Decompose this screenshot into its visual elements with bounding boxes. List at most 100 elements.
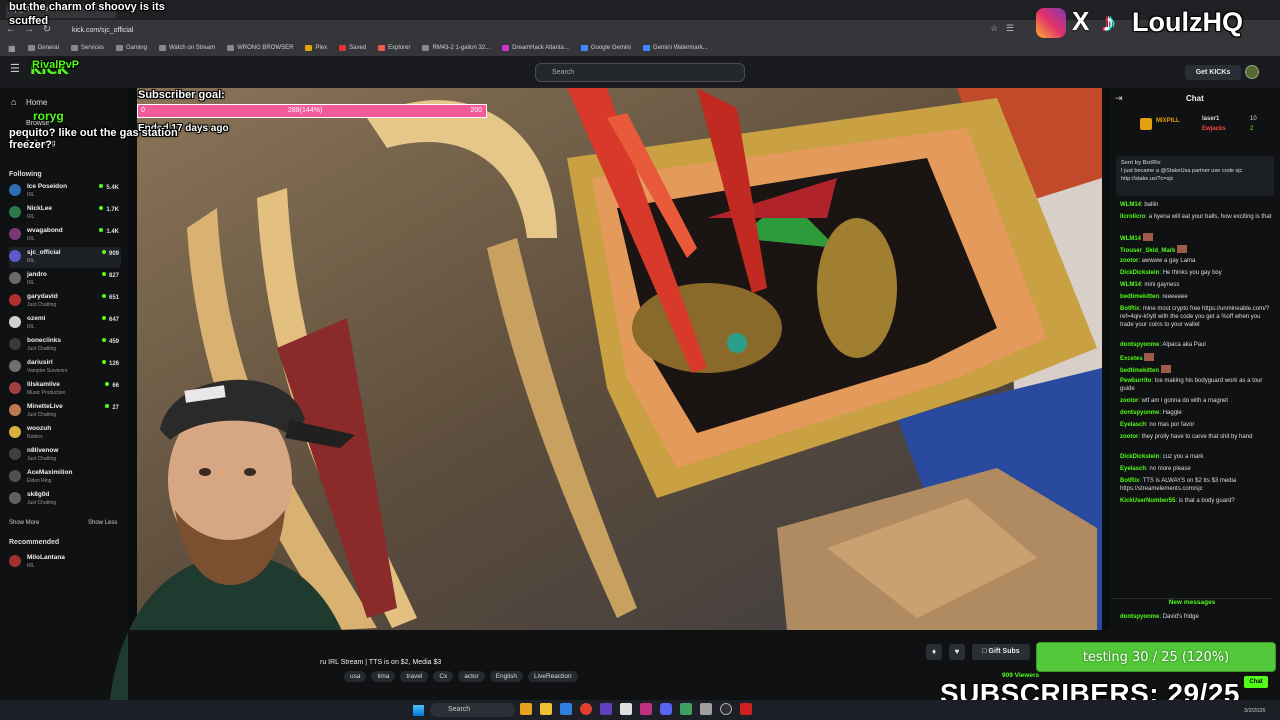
chat-message: zootor: wtf am i gonna do with a magnet — [1120, 398, 1229, 404]
chat-message: WLM14 — [1120, 233, 1272, 243]
bookmark[interactable]: Gemini Watermark... — [642, 45, 708, 51]
nav-home[interactable]: Home — [26, 98, 47, 107]
apps-icon[interactable]: ▦ — [8, 44, 16, 53]
avatar — [9, 426, 21, 438]
bookmark[interactable]: WRONG BROWSER — [227, 45, 293, 51]
show-more-link[interactable]: Show More — [9, 520, 39, 526]
instagram-icon — [1036, 8, 1066, 38]
app-icon[interactable] — [520, 703, 532, 715]
channel-category: Just Chatting — [27, 456, 57, 462]
tag[interactable]: Cx — [433, 671, 454, 682]
avatar[interactable] — [1245, 65, 1259, 79]
chat-username[interactable]: Eyelasch — [1120, 422, 1146, 428]
testing-banner: testing 30 / 25 (120%) — [1036, 642, 1276, 672]
tag[interactable]: LiveReaction — [528, 671, 578, 682]
windows-start-icon[interactable] — [413, 705, 424, 716]
chat-username[interactable]: DickDickstein — [1120, 270, 1159, 276]
chat-text: no mas por favor — [1149, 422, 1195, 428]
following-item[interactable]: boneclinks Just Chatting 459 — [9, 335, 121, 356]
chat-username[interactable]: DickDickstein — [1120, 454, 1159, 460]
channel-name: boneclinks — [27, 337, 61, 344]
discord-icon[interactable] — [660, 703, 672, 715]
chrome-icon[interactable] — [580, 703, 592, 715]
bookmark[interactable]: Gaming — [115, 45, 147, 51]
chat-username[interactable]: zootor — [1120, 258, 1138, 264]
emote-icon — [1160, 365, 1171, 373]
windows-taskbar: Search 3/2/2026 — [0, 700, 1280, 720]
app-icon[interactable] — [740, 703, 752, 715]
chat-username[interactable]: WLM14 — [1120, 236, 1141, 242]
explorer-icon — [378, 45, 386, 51]
dreamhack-icon — [502, 45, 510, 51]
obs-icon[interactable] — [720, 703, 732, 715]
avatar — [9, 228, 21, 240]
app-icon[interactable] — [600, 703, 612, 715]
follow-heart-button[interactable]: ♥ — [949, 644, 965, 660]
chat-username[interactable]: WLM14 — [1120, 282, 1141, 288]
chat-username[interactable]: dontspyonme — [1120, 410, 1159, 416]
app-icon[interactable] — [640, 703, 652, 715]
chat-username[interactable]: BotRix — [1120, 306, 1139, 312]
tag[interactable]: travel — [400, 671, 429, 682]
bookmark[interactable]: General — [27, 45, 59, 51]
following-item[interactable]: ozemi IRL 647 — [9, 313, 121, 334]
following-item[interactable]: NickLee IRL 1.7K — [9, 203, 121, 224]
chat-username[interactable]: Excetes — [1120, 356, 1143, 362]
chat-username[interactable]: zootor — [1120, 398, 1138, 404]
bookmark[interactable]: Saved — [339, 45, 366, 51]
taskbar-search[interactable]: Search — [430, 703, 515, 717]
star-icon[interactable]: ☆ — [990, 23, 998, 34]
avatar — [9, 250, 21, 262]
following-item[interactable]: jandro IRL 827 — [9, 269, 121, 290]
bookmark[interactable]: Google Gemini — [580, 45, 631, 51]
collapse-chat-icon[interactable]: ⇥ — [1115, 93, 1123, 104]
chat-username[interactable]: Pewburrito — [1120, 378, 1151, 384]
gift-subs-button[interactable]: □ Gift Subs — [972, 644, 1030, 660]
chat-text: wtf am i gonna do with a magnet — [1141, 398, 1229, 404]
app-icon[interactable] — [620, 703, 632, 715]
tag[interactable]: lima — [371, 671, 396, 682]
bookmark[interactable]: Plex — [305, 45, 327, 51]
get-kicks-button[interactable]: Get KICKs — [1185, 65, 1241, 80]
chat-username[interactable]: BotRix — [1120, 478, 1139, 484]
new-messages-divider: New messages — [1112, 598, 1272, 606]
caption-mid: pequito? like out the gas station freeze… — [9, 127, 178, 151]
app-icon[interactable] — [680, 703, 692, 715]
channel-category: Just Chatting — [27, 346, 57, 352]
store-icon[interactable] — [560, 703, 572, 715]
following-item[interactable]: wvagabond IRL 1.4K — [9, 225, 121, 246]
file-explorer-icon[interactable] — [540, 703, 552, 715]
following-item[interactable]: sjc_official IRL 909 — [9, 247, 121, 268]
tag[interactable]: usa — [344, 671, 367, 682]
chat-username[interactable]: WLM14 — [1120, 202, 1141, 208]
chat-text: reeeeeee — [1162, 294, 1188, 300]
channel-category: IRL — [27, 214, 35, 220]
bookmark[interactable]: Services — [70, 45, 104, 51]
chat-username[interactable]: Trouser_Skid_Mark — [1120, 248, 1175, 254]
channel-name: Ice Poseidon — [27, 183, 68, 190]
chat-username[interactable]: bedtimekitten — [1120, 368, 1159, 374]
bookmark[interactable]: DreamHack Atlanta... — [502, 45, 569, 51]
taskbar-date: 3/2/2026 — [1244, 708, 1266, 714]
bookmark[interactable]: Watch on Stream — [158, 45, 215, 51]
chat-username[interactable]: llcrolicro — [1120, 214, 1145, 220]
channel-category: Just Chatting — [27, 412, 57, 418]
chat-username[interactable]: zootor — [1120, 434, 1138, 440]
chat-username[interactable]: bedtimekitten — [1120, 294, 1159, 300]
avatar — [9, 316, 21, 328]
following-item[interactable]: Ice Poseidon IRL 5.4K — [9, 181, 121, 202]
bookmark[interactable]: RM43-2 1-gallon 32... — [422, 45, 490, 51]
notification-bell-button[interactable]: ♦ — [926, 644, 942, 660]
search-input[interactable]: Search — [535, 63, 745, 82]
app-icon[interactable] — [700, 703, 712, 715]
chat-username[interactable]: KickUserNumber55 — [1120, 498, 1175, 504]
tag[interactable]: actor — [458, 671, 485, 682]
bookmark[interactable]: Explorer — [378, 45, 410, 51]
menu-icon[interactable]: ☰ — [10, 62, 20, 75]
extensions-icon[interactable]: ☰ — [1006, 23, 1014, 34]
tag[interactable]: English — [489, 671, 524, 682]
following-item[interactable]: garydavid Just Chatting 651 — [9, 291, 121, 312]
chat-username[interactable]: dontspyonme — [1120, 342, 1159, 348]
chat-username[interactable]: Eyelasch — [1120, 466, 1146, 472]
chat-send-button[interactable]: Chat — [1244, 676, 1268, 688]
